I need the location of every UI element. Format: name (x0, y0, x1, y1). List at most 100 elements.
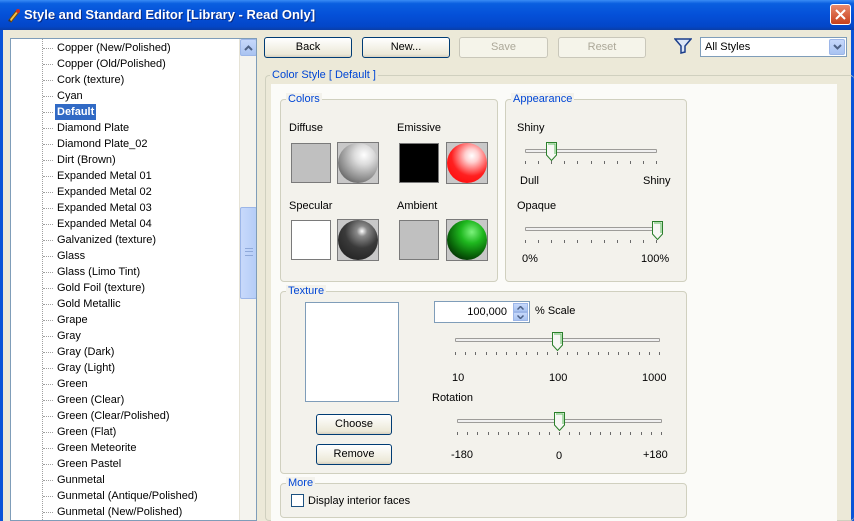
save-button[interactable]: Save (459, 37, 548, 58)
style-list-item[interactable]: Green (Clear/Polished) (43, 408, 233, 424)
slider-tick (567, 352, 568, 355)
slider-tick (465, 352, 466, 355)
style-list-item[interactable]: Gunmetal (Antique/Polished) (43, 488, 233, 504)
tree-branch (43, 272, 53, 273)
scroll-thumb[interactable] (240, 207, 256, 299)
new-button[interactable]: New... (362, 37, 450, 58)
scale-increment-button[interactable] (513, 303, 528, 312)
style-list-item[interactable]: Grape (43, 312, 233, 328)
rotation-tick-label-max: +180 (643, 449, 668, 461)
style-list-item[interactable]: Glass (43, 248, 233, 264)
rotation-slider-thumb[interactable] (554, 412, 565, 431)
style-filter-select[interactable]: All Styles (700, 37, 847, 57)
style-list-item-label: Gold Metallic (57, 298, 121, 310)
style-list-item[interactable]: Diamond Plate_02 (43, 136, 233, 152)
style-list-item-label: Gold Foil (texture) (57, 282, 146, 294)
tree-branch (43, 208, 53, 209)
emissive-label: Emissive (397, 122, 442, 134)
scroll-up-button[interactable] (240, 39, 256, 56)
tree-branch (43, 480, 53, 481)
slider-tick (617, 161, 618, 164)
choose-texture-button[interactable]: Choose (316, 414, 392, 435)
style-list-item[interactable]: Gold Metallic (43, 296, 233, 312)
style-list-item[interactable]: Green Pastel (43, 456, 233, 472)
back-button[interactable]: Back (264, 37, 352, 58)
emissive-color-swatch[interactable] (399, 143, 439, 183)
shiny-slider-thumb[interactable] (546, 142, 557, 161)
style-tree-list[interactable]: Copper (New/Polished) Copper (Old/Polishe… (10, 38, 257, 521)
diffuse-color-swatch[interactable] (291, 143, 331, 183)
list-vertical-scrollbar[interactable] (239, 39, 256, 520)
slider-tick (518, 432, 519, 435)
rotation-tick-label-mid: 0 (556, 450, 563, 462)
style-list-item[interactable]: Default (43, 104, 233, 120)
opaque-max-label: 100% (641, 253, 670, 265)
style-list-item[interactable]: Glass (Limo Tint) (43, 264, 233, 280)
emissive-preview (446, 142, 488, 184)
style-list-items: Copper (New/Polished) Copper (Old/Polishe… (11, 39, 240, 520)
slider-tick (526, 352, 527, 355)
style-list-item[interactable]: Gold Foil (texture) (43, 280, 233, 296)
specular-color-swatch[interactable] (291, 220, 331, 260)
slider-tick (604, 240, 605, 243)
ambient-preview (446, 219, 488, 261)
style-list-item[interactable]: Copper (Old/Polished) (43, 56, 233, 72)
style-list-item[interactable]: Gray (43, 328, 233, 344)
style-list-item[interactable]: Galvanized (texture) (43, 232, 233, 248)
chevron-up-icon (244, 44, 253, 51)
slider-tick (455, 352, 456, 355)
slider-tick (641, 432, 642, 435)
style-list-item-label: Copper (Old/Polished) (57, 58, 166, 70)
ambient-color-swatch[interactable] (399, 220, 439, 260)
reset-button[interactable]: Reset (558, 37, 646, 58)
slider-tick (525, 161, 526, 164)
style-list-item[interactable]: Cyan (43, 88, 233, 104)
style-list-item[interactable]: Cork (texture) (43, 72, 233, 88)
slider-tick (598, 352, 599, 355)
slider-tick (639, 352, 640, 355)
style-list-item-label: Diamond Plate_02 (57, 138, 148, 150)
style-list-item[interactable]: Gray (Light) (43, 360, 233, 376)
chevron-down-icon (517, 314, 524, 319)
slider-tick (551, 240, 552, 243)
style-filter-dropdown-button[interactable] (829, 39, 845, 55)
style-list-item[interactable]: Gunmetal (43, 472, 233, 488)
shiny-slider-track[interactable] (525, 149, 657, 153)
remove-texture-button[interactable]: Remove (316, 444, 392, 465)
scale-decrement-button[interactable] (513, 312, 528, 321)
scale-value: 100,000 (467, 306, 507, 318)
style-list-item[interactable]: Green Meteorite (43, 440, 233, 456)
slider-tick (528, 432, 529, 435)
scale-spinner[interactable]: 100,000 (434, 301, 530, 323)
style-list-item[interactable]: Expanded Metal 03 (43, 200, 233, 216)
opaque-slider-track[interactable] (525, 227, 657, 231)
style-list-item[interactable]: Expanded Metal 02 (43, 184, 233, 200)
slider-tick (557, 352, 558, 355)
specular-label: Specular (289, 200, 333, 212)
style-list-item[interactable]: Green (Clear) (43, 392, 233, 408)
style-list-item[interactable]: Copper (New/Polished) (43, 40, 233, 56)
close-button[interactable] (830, 4, 851, 25)
scale-slider-thumb[interactable] (552, 332, 563, 351)
slider-tick (559, 432, 560, 435)
style-list-item[interactable]: Gunmetal (New/Polished) (43, 504, 233, 520)
display-interior-faces-label[interactable]: Display interior faces (308, 495, 410, 507)
scale-slider-ticks (455, 352, 660, 356)
slider-tick (506, 352, 507, 355)
style-list-item[interactable]: Green (Flat) (43, 424, 233, 440)
style-list-item[interactable]: Green (43, 376, 233, 392)
style-list-item[interactable]: Gray (Dark) (43, 344, 233, 360)
display-interior-faces-checkbox[interactable] (291, 494, 304, 507)
slider-tick (608, 352, 609, 355)
funnel-icon[interactable] (674, 38, 692, 54)
style-list-item[interactable]: Diamond Plate (43, 120, 233, 136)
slider-tick (643, 240, 644, 243)
tree-branch (43, 464, 53, 465)
style-list-item[interactable]: Expanded Metal 04 (43, 216, 233, 232)
style-list-item[interactable]: Dirt (Brown) (43, 152, 233, 168)
slider-tick (577, 352, 578, 355)
opaque-slider-thumb[interactable] (652, 221, 663, 240)
style-list-item[interactable]: Expanded Metal 01 (43, 168, 233, 184)
slider-tick (588, 352, 589, 355)
style-list-item-label: Dirt (Brown) (57, 154, 116, 166)
